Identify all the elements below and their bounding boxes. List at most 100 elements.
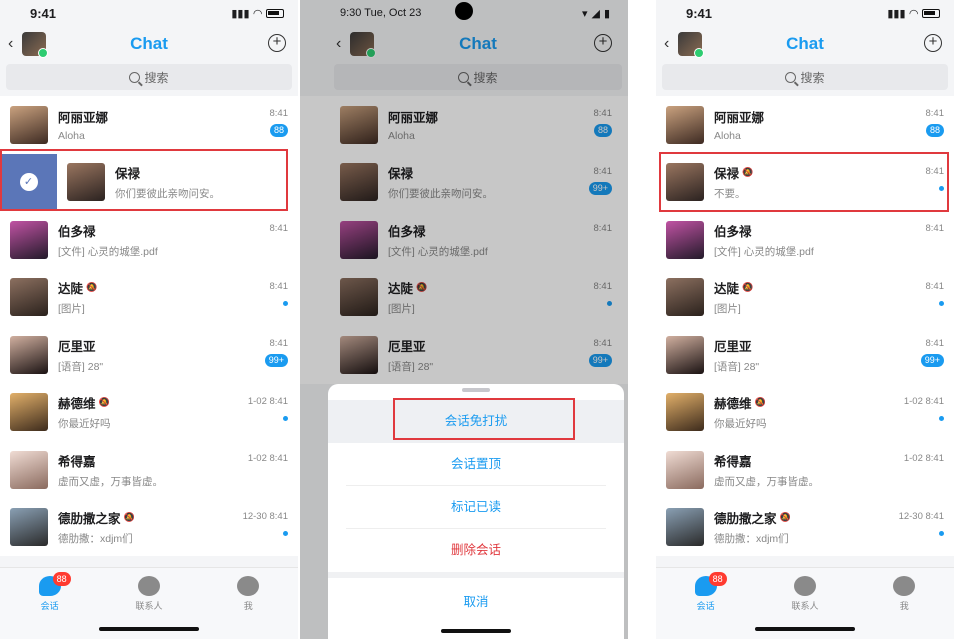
- chat-name: 德肋撒之家: [714, 512, 777, 527]
- chat-row[interactable]: 希得嘉 虚而又虚，万事皆虚。 1-02 8:41: [656, 441, 954, 499]
- battery-icon: [922, 8, 940, 18]
- chat-name: 达陡: [714, 282, 740, 297]
- chat-name: 德肋撒之家: [58, 512, 121, 527]
- chat-row[interactable]: 厄里亚 [语音] 28" 8:41 99+: [656, 326, 954, 384]
- chat-time: 12-30 8:41: [898, 510, 944, 522]
- chat-message: [图片]: [714, 303, 741, 316]
- mute-icon: 🔕: [98, 397, 110, 408]
- unread-badge: 88: [925, 124, 944, 137]
- back-icon[interactable]: ‹: [664, 35, 669, 53]
- signal-icon: ▮▮▮: [887, 7, 906, 20]
- mute-icon: 🔕: [742, 282, 754, 293]
- avatar: [666, 220, 704, 259]
- chat-row[interactable]: 伯多禄 [文件] 心灵的城堡.pdf 8:41: [656, 211, 954, 269]
- chat-time: 8:41: [925, 108, 945, 119]
- avatar: [666, 393, 704, 432]
- avatar: [666, 335, 704, 374]
- chat-message: [语音] 28": [714, 360, 760, 373]
- avatar: [10, 220, 48, 259]
- chat-time: 1-02 8:41: [903, 453, 944, 464]
- avatar: [666, 105, 704, 144]
- tab-badge: 88: [52, 572, 71, 586]
- pin-chat-option[interactable]: 会话置顶: [346, 443, 606, 486]
- contacts-icon: [793, 576, 816, 596]
- chat-name: 达陡: [58, 282, 84, 297]
- chat-time: 8:41: [925, 223, 945, 234]
- tab-badge: 88: [708, 572, 727, 586]
- chat-name: 厄里亚: [58, 339, 96, 354]
- chat-time: 8:41: [269, 338, 289, 349]
- tab-chats[interactable]: 会话 88: [676, 572, 736, 639]
- sheet-handle[interactable]: [462, 388, 490, 392]
- avatar: [666, 278, 704, 317]
- chat-row[interactable]: 赫德维 🔕 你最近好吗 1-02 8:41: [656, 383, 954, 441]
- mute-icon: 🔕: [779, 512, 791, 523]
- chat-row[interactable]: 赫德维 🔕 你最近好吗 1-02 8:41: [0, 383, 298, 441]
- tab-me[interactable]: 我: [874, 576, 934, 639]
- search-placeholder: 搜索: [144, 70, 169, 85]
- add-icon[interactable]: +: [924, 34, 942, 52]
- back-icon[interactable]: ‹: [8, 35, 13, 53]
- highlight-box: [659, 152, 949, 212]
- status-time: 9:41: [686, 5, 713, 21]
- status-bar: 9:41 ▮▮▮ ◠: [656, 0, 954, 26]
- mute-icon: 🔕: [754, 397, 766, 408]
- nav-bar: ‹ Chat +: [0, 26, 298, 62]
- chat-message: [图片]: [58, 303, 85, 316]
- chat-message: 虚而又虚，万事皆虚。: [58, 475, 163, 488]
- mute-icon: 🔕: [86, 282, 98, 293]
- search-icon: [129, 71, 141, 83]
- unread-dot: [939, 530, 944, 536]
- home-indicator: [755, 627, 855, 631]
- chat-message: Aloha: [714, 130, 741, 143]
- add-icon[interactable]: +: [268, 34, 286, 52]
- chat-time: 1-02 8:41: [903, 395, 944, 407]
- mark-read-option[interactable]: 标记已读: [346, 486, 606, 529]
- avatar: [10, 278, 48, 317]
- search-bar[interactable]: 搜索: [6, 64, 292, 90]
- chat-row[interactable]: 德肋撒之家 🔕 德肋撒：xdjm们 12-30 8:41: [0, 498, 298, 556]
- chat-row[interactable]: 厄里亚 [语音] 28" 8:41 99+: [0, 326, 298, 384]
- chat-row[interactable]: 德肋撒之家 🔕 德肋撒：xdjm们 12-30 8:41: [656, 498, 954, 556]
- chat-name: 伯多禄: [714, 224, 752, 239]
- delete-chat-option[interactable]: 删除会话: [346, 529, 606, 572]
- chat-row[interactable]: 达陡 🔕 [图片] 8:41: [0, 268, 298, 326]
- search-icon: [785, 71, 797, 83]
- battery-icon: [266, 8, 284, 18]
- unread-dot: [283, 415, 288, 421]
- tab-chats[interactable]: 会话 88: [20, 572, 80, 639]
- wifi-icon: ◠: [909, 7, 918, 20]
- home-indicator: [99, 627, 199, 631]
- chat-message: [语音] 28": [58, 360, 104, 373]
- person-icon: [893, 576, 916, 596]
- tab-me[interactable]: 我: [218, 576, 278, 639]
- avatar: [10, 105, 48, 144]
- nav-bar: ‹ Chat +: [656, 26, 954, 62]
- phone-screen-3: 9:41 ▮▮▮ ◠ ‹ Chat + 搜索 阿丽亚娜 Aloha 8:41 88 保…: [656, 0, 954, 639]
- chat-row[interactable]: 阿丽亚娜 Aloha 8:41 88: [656, 96, 954, 154]
- chat-row[interactable]: 阿丽亚娜 Aloha 8:41 88: [0, 96, 298, 154]
- unread-dot: [283, 530, 288, 536]
- chat-row[interactable]: 希得嘉 虚而又虚，万事皆虚。 1-02 8:41: [0, 441, 298, 499]
- chat-time: 8:41: [925, 280, 945, 292]
- user-avatar[interactable]: [22, 32, 48, 58]
- phone-screen-1: 9:41 ▮▮▮ ◠ ‹ Chat + 搜索 阿丽亚娜 Aloha 8:41 88 ✓…: [0, 0, 298, 639]
- chat-name: 阿丽亚娜: [58, 111, 109, 126]
- phone-screen-2: 9:30 Tue, Oct 23 ▾ ◢ ▮ ‹ Chat + 搜索 阿丽亚娜 Alo…: [300, 0, 628, 639]
- chat-row[interactable]: 达陡 🔕 [图片] 8:41: [656, 268, 954, 326]
- user-avatar[interactable]: [678, 32, 704, 58]
- unread-dot: [939, 300, 944, 306]
- unread-dot: [939, 415, 944, 421]
- search-bar[interactable]: 搜索: [662, 64, 948, 90]
- chat-time: 8:41: [269, 108, 289, 119]
- search-placeholder: 搜索: [800, 70, 825, 85]
- chat-message: [文件] 心灵的城堡.pdf: [714, 245, 814, 258]
- chat-name: 伯多禄: [58, 224, 96, 239]
- avatar: [10, 450, 48, 489]
- contacts-icon: [137, 576, 160, 596]
- avatar: [10, 335, 48, 374]
- chat-time: 1-02 8:41: [247, 395, 288, 407]
- chat-row[interactable]: 伯多禄 [文件] 心灵的城堡.pdf 8:41: [0, 211, 298, 269]
- cancel-button[interactable]: 取消: [328, 578, 624, 626]
- chat-name: 厄里亚: [714, 339, 752, 354]
